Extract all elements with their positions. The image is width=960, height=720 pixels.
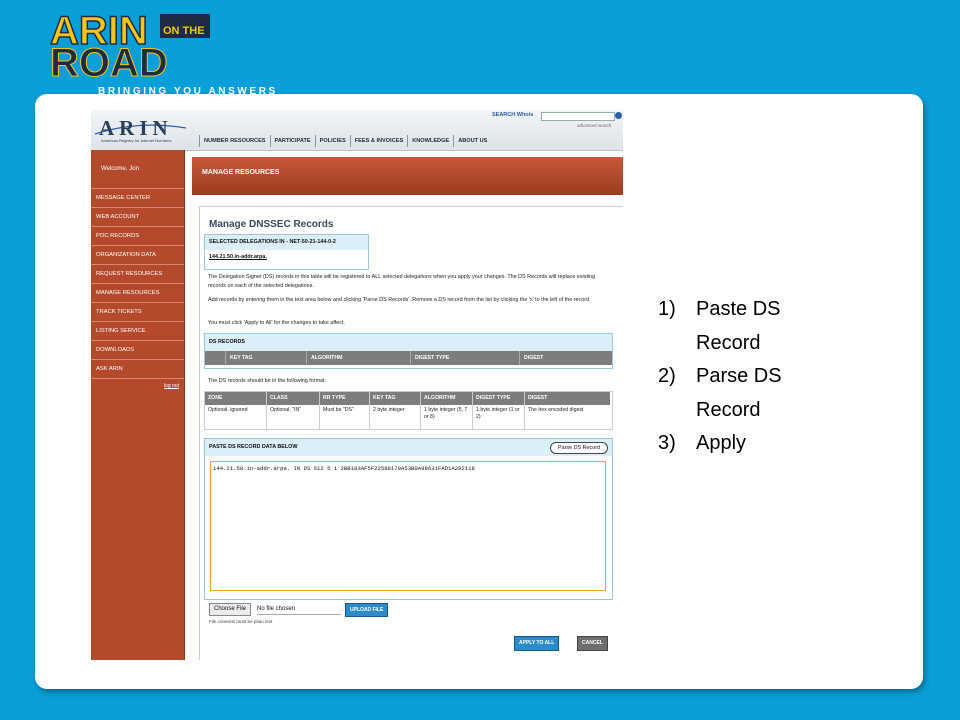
apply-note: You must click 'Apply to All' for the ch… [208, 320, 345, 326]
parse-ds-record-button[interactable]: Parse DS Record [550, 442, 608, 454]
step-text: Parse DS Record [696, 365, 782, 421]
fmt-hdr-digest: DIGEST [525, 392, 610, 405]
fmt-val-digest-type: 1 byte integer (1 or 2) [473, 405, 525, 429]
steps-list: 1) Paste DS Record 2) Parse DS Record 3)… [658, 293, 858, 461]
main-header-bar: MANAGE RESOURCES [192, 157, 623, 195]
no-file-chosen-label: No file chosen [257, 604, 341, 615]
sidebar-item-ask-arin[interactable]: ASK ARIN [91, 360, 184, 379]
intro-paragraph: The Delegation Signer (DS) records in th… [208, 274, 596, 289]
step-number: 3) [658, 432, 676, 454]
choose-file-button[interactable]: Choose File [209, 603, 252, 616]
apply-to-all-button[interactable]: APPLY TO ALL [514, 636, 560, 651]
arin-header: ARIN American Registry for Internet Numb… [91, 110, 623, 151]
format-table-header: ZONE CLASS RR TYPE KEY TAG ALGORITHM DIG… [205, 392, 612, 405]
logo-on-the: ON THE [163, 25, 205, 37]
fmt-val-zone: Optional, ignored [205, 405, 267, 429]
ds-col-digest-type: DIGEST TYPE [411, 351, 520, 365]
format-table-row: Optional, ignored Optional, "IN" Must be… [205, 405, 612, 429]
step-number: 1) [658, 298, 676, 320]
sidebar-item-manage-resources[interactable]: MANAGE RESOURCES [91, 284, 184, 303]
paste-ds-box: PASTE DS RECORD DATA BELOW Parse DS Reco… [204, 438, 613, 600]
nav-knowledge[interactable]: KNOWLEDGE [407, 135, 453, 147]
step-item: 2) Parse DS Record [658, 360, 858, 427]
sidebar-item-request-resources[interactable]: REQUEST RESOURCES [91, 265, 184, 284]
paste-ds-header: PASTE DS RECORD DATA BELOW Parse DS Reco… [205, 439, 612, 456]
fmt-val-digest: The hex encoded digest [528, 407, 584, 413]
fmt-val-rr-type: Must be "DS" [320, 405, 370, 429]
nav-participate[interactable]: PARTICIPATE [269, 135, 315, 147]
arin-brand-sub: American Registry for Internet Numbers [101, 138, 172, 143]
advanced-search-link[interactable]: advanced search [577, 123, 611, 128]
plain-text-note: File contents must be plain text [209, 619, 273, 624]
ds-col-key-tag: KEY TAG [226, 351, 307, 365]
fmt-val-key-tag: 2 byte integer [370, 405, 421, 429]
ds-record-textarea[interactable]: 144.21.50.in-addr.arpa. IN DS 512 5 1 2B… [210, 461, 606, 591]
logout-link[interactable]: log out [91, 383, 184, 389]
nav-about-us[interactable]: ABOUT US [453, 135, 491, 147]
fmt-hdr-key-tag: KEY TAG [370, 392, 421, 405]
search-whois-input[interactable] [541, 112, 615, 121]
upload-file-button[interactable]: UPLOAD FILE [345, 603, 389, 617]
selected-delegations-header: SELECTED DELEGATIONS IN - NET-50-21-144-… [205, 235, 368, 250]
page-title: Manage DNSSEC Records [209, 219, 334, 230]
step-item: 1) Paste DS Record [658, 293, 858, 360]
dnssec-panel: Manage DNSSEC Records SELECTED DELEGATIO… [199, 206, 623, 660]
paste-ds-header-label: PASTE DS RECORD DATA BELOW [209, 444, 298, 450]
sidebar: Welcome, Jon MESSAGE CENTER WEB ACCOUNT … [91, 150, 185, 660]
main-title: MANAGE RESOURCES [202, 169, 280, 176]
step-text: Apply [696, 432, 747, 454]
format-note: The DS records should be in the followin… [208, 378, 327, 384]
top-navigation: NUMBER RESOURCES PARTICIPATE POLICIES FE… [199, 135, 491, 147]
ds-records-header: DS RECORDS [205, 334, 612, 351]
fmt-hdr-zone: ZONE [205, 392, 267, 405]
logo-graphic: ARIN ON THE ROAD [49, 8, 210, 78]
search-whois-label: SEARCH Whois [492, 112, 534, 118]
ds-col-algorithm: ALGORITHM [307, 351, 411, 365]
delegation-link[interactable]: 144.21.50.in-addr.arpa. [205, 250, 368, 265]
ds-records-columns: KEY TAG ALGORITHM DIGEST TYPE DIGEST [205, 351, 612, 365]
sidebar-item-listing-service[interactable]: LISTING SERVICE [91, 322, 184, 341]
format-table: ZONE CLASS RR TYPE KEY TAG ALGORITHM DIG… [204, 391, 613, 430]
arin-on-the-road-logo: ARIN ON THE ROAD BRINGING YOU ANSWERS [48, 8, 275, 97]
fmt-hdr-digest-type: DIGEST TYPE [473, 392, 525, 405]
ds-col-digest: DIGEST [524, 355, 544, 361]
ds-col-remove [205, 351, 226, 365]
nav-policies[interactable]: POLICIES [314, 135, 350, 147]
sidebar-item-poc-records[interactable]: POC RECORDS [91, 227, 184, 246]
step-number: 2) [658, 365, 676, 387]
arin-screenshot: ARIN American Registry for Internet Numb… [91, 110, 623, 660]
sidebar-item-message-center[interactable]: MESSAGE CENTER [91, 189, 184, 208]
search-go-icon[interactable] [615, 112, 622, 119]
nav-number-resources[interactable]: NUMBER RESOURCES [199, 135, 270, 147]
fmt-val-algorithm: 1 byte integer (5, 7 or 8) [421, 405, 473, 429]
fmt-hdr-class: CLASS [267, 392, 320, 405]
instructions-paragraph: Add records by entering them in the text… [208, 297, 591, 303]
selected-delegations-box: SELECTED DELEGATIONS IN - NET-50-21-144-… [204, 234, 369, 270]
welcome-text: Welcome, Jon [91, 150, 184, 189]
fmt-hdr-algorithm: ALGORITHM [421, 392, 473, 405]
logo-word-bottom: ROAD [50, 41, 168, 78]
cancel-button[interactable]: CANCEL [577, 636, 608, 651]
nav-fees-invoices[interactable]: FEES & INVOICES [349, 135, 408, 147]
fmt-val-class: Optional, "IN" [267, 405, 320, 429]
sidebar-item-organization-data[interactable]: ORGANIZATION DATA [91, 246, 184, 265]
sidebar-item-downloads[interactable]: DOWNLOADS [91, 341, 184, 360]
step-item: 3) Apply [658, 427, 858, 461]
sidebar-item-track-tickets[interactable]: TRACK TICKETS [91, 303, 184, 322]
sidebar-item-web-account[interactable]: WEB ACCOUNT [91, 208, 184, 227]
step-text: Paste DS Record [696, 298, 781, 354]
fmt-hdr-rr-type: RR TYPE [320, 392, 370, 405]
ds-records-box: DS RECORDS KEY TAG ALGORITHM DIGEST TYPE… [204, 333, 613, 369]
